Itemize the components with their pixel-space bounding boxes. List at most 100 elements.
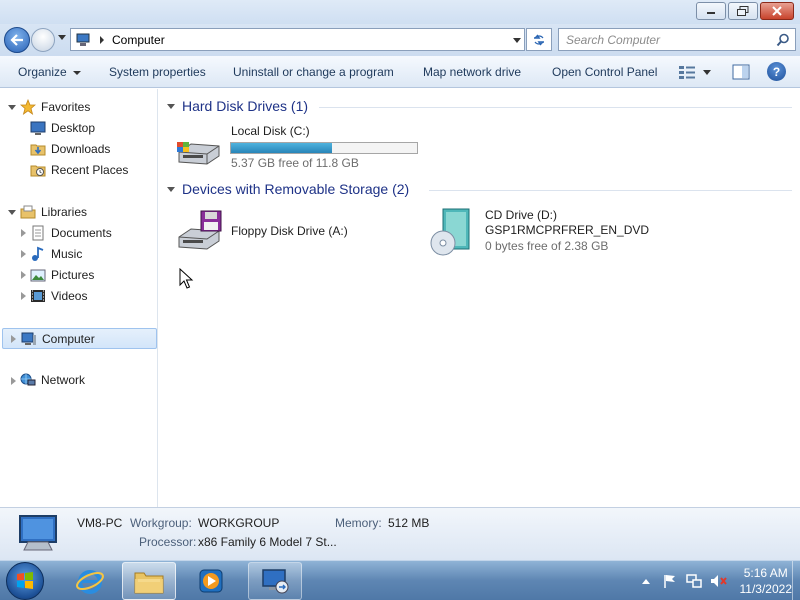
mouse-cursor-icon (179, 268, 194, 289)
nav-computer[interactable]: Computer (2, 328, 157, 349)
workgroup-label: Workgroup: (130, 516, 192, 530)
nav-documents-label: Documents (51, 226, 112, 240)
drive-usage-bar (230, 142, 418, 154)
expand-documents-icon[interactable] (21, 229, 26, 237)
memory-label: Memory: (335, 516, 382, 530)
floppy-disk-drive-item[interactable]: Floppy Disk Drive (A:) (175, 207, 395, 253)
clock[interactable]: 5:16 AM 11/3/2022 (740, 565, 793, 597)
expand-network-icon[interactable] (11, 377, 16, 385)
forward-button[interactable] (31, 28, 55, 52)
cd-free-space: 0 bytes free of 2.38 GB (485, 239, 609, 253)
help-icon[interactable]: ? (767, 62, 786, 81)
close-button[interactable] (760, 2, 794, 20)
recent-places-icon (30, 165, 46, 177)
restore-button[interactable] (728, 2, 758, 20)
downloads-folder-icon (30, 144, 46, 156)
group-divider (319, 107, 792, 108)
system-properties-button[interactable]: System properties (109, 65, 206, 79)
nav-libraries[interactable]: Libraries (20, 202, 87, 222)
nav-music[interactable]: Music (30, 244, 82, 264)
clock-time: 5:16 AM (743, 566, 788, 580)
expand-pictures-icon[interactable] (21, 271, 26, 279)
videos-icon (31, 290, 45, 302)
nav-recent-places[interactable]: Recent Places (30, 160, 128, 180)
group-title: Devices with Removable Storage (2) (182, 181, 410, 197)
search-box[interactable]: Search Computer (558, 28, 796, 51)
window-controls (694, 2, 794, 20)
network-status-icon[interactable] (685, 573, 702, 589)
search-icon[interactable] (776, 33, 790, 47)
internet-explorer-button[interactable] (63, 562, 117, 600)
media-player-button[interactable] (184, 562, 238, 600)
floppy-drive-name: Floppy Disk Drive (A:) (231, 224, 348, 238)
open-control-panel-button[interactable]: Open Control Panel (552, 65, 657, 79)
expand-computer-icon[interactable] (11, 335, 16, 343)
show-hidden-icons-icon[interactable] (640, 576, 652, 586)
nav-documents[interactable]: Documents (30, 223, 112, 243)
collapse-group-icon (167, 186, 175, 192)
nav-downloads-label: Downloads (51, 142, 111, 156)
close-icon (772, 6, 782, 16)
windows-explorer-button[interactable] (122, 562, 176, 600)
documents-icon (32, 225, 44, 241)
change-view-icon[interactable] (678, 64, 696, 80)
organize-button[interactable]: Organize (18, 65, 81, 79)
remote-session-button[interactable] (248, 562, 302, 600)
windows-logo-icon (17, 572, 33, 589)
remote-desktop-icon (262, 569, 289, 594)
start-button[interactable] (6, 562, 44, 600)
map-network-drive-button[interactable]: Map network drive (423, 65, 521, 79)
nav-computer-label: Computer (42, 331, 95, 346)
address-bar[interactable]: Computer (70, 28, 525, 51)
recent-pages-dropdown[interactable] (58, 35, 66, 40)
breadcrumb-arrow-icon[interactable] (100, 35, 104, 44)
local-disk-c-item[interactable]: Local Disk (C:) 5.37 GB free of 11.8 GB (175, 124, 425, 170)
group-header-hard-disk-drives[interactable]: Hard Disk Drives (1) (167, 98, 308, 114)
group-header-removable-storage[interactable]: Devices with Removable Storage (2) (167, 181, 409, 197)
action-center-flag-icon[interactable] (662, 573, 678, 589)
drive-free-space: 5.37 GB free of 11.8 GB (231, 156, 359, 170)
folder-icon (134, 572, 164, 594)
group-divider (429, 190, 792, 191)
expand-videos-icon[interactable] (21, 292, 26, 300)
nav-music-label: Music (51, 247, 83, 261)
workgroup-value: WORKGROUP (198, 516, 280, 530)
volume-muted-icon[interactable] (710, 573, 728, 589)
minimize-button[interactable] (696, 2, 726, 20)
details-pane: VM8-PC Workgroup: WORKGROUP Memory: 512 … (0, 507, 800, 560)
music-icon (32, 246, 44, 261)
nav-recent-places-label: Recent Places (51, 163, 129, 177)
nav-downloads[interactable]: Downloads (30, 139, 110, 159)
address-dropdown[interactable] (513, 38, 521, 43)
nav-desktop[interactable]: Desktop (30, 118, 95, 138)
cd-drive-name: CD Drive (D:) (485, 208, 557, 222)
pictures-icon (30, 269, 46, 282)
cd-drive-item[interactable]: CD Drive (D:) GSP1RMCPRFRER_EN_DVD 0 byt… (429, 207, 659, 259)
nav-videos[interactable]: Videos (30, 286, 87, 306)
desktop-icon (30, 121, 46, 135)
breadcrumb-computer[interactable]: Computer (112, 33, 165, 47)
drive-name: Local Disk (C:) (231, 124, 310, 138)
nav-favorites-label: Favorites (41, 100, 91, 114)
nav-pictures[interactable]: Pictures (30, 265, 94, 285)
expand-libraries-icon[interactable] (8, 210, 16, 215)
floppy-drive-icon (178, 210, 222, 250)
chevron-down-icon (72, 70, 81, 75)
expand-favorites-icon[interactable] (8, 105, 16, 110)
nav-network[interactable]: Network (20, 370, 85, 390)
show-desktop-button[interactable] (792, 561, 800, 600)
back-button[interactable] (4, 27, 30, 53)
nav-pictures-label: Pictures (51, 268, 95, 282)
refresh-button[interactable] (526, 28, 552, 51)
nav-favorites[interactable]: Favorites (20, 97, 90, 117)
libraries-icon (20, 205, 36, 219)
computer-name: VM8-PC (77, 516, 123, 530)
view-options-dropdown[interactable] (703, 70, 711, 75)
taskbar: 5:16 AM 11/3/2022 (0, 560, 800, 600)
expand-music-icon[interactable] (21, 250, 26, 258)
preview-pane-icon[interactable] (732, 64, 750, 80)
clock-date: 11/3/2022 (739, 582, 793, 596)
network-icon (20, 373, 36, 386)
uninstall-program-button[interactable]: Uninstall or change a program (233, 65, 394, 79)
memory-value: 512 MB (388, 516, 430, 530)
